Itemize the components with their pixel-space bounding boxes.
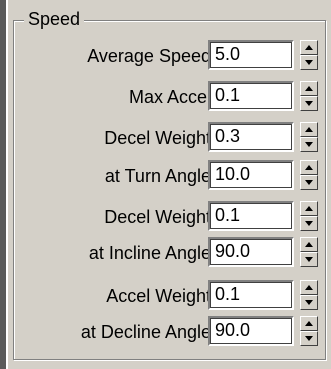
incline-decel-weight-row: Decel Weight: 0.1	[14, 201, 320, 233]
panel-left-highlight	[6, 0, 8, 369]
incline-decel-weight-spinner[interactable]	[300, 201, 318, 231]
turn-angle-decrement-button[interactable]	[300, 175, 318, 190]
triangle-down-icon	[305, 101, 313, 106]
incline-decel-weight-decrement-button[interactable]	[300, 216, 318, 231]
decline-accel-weight-decrement-button[interactable]	[300, 295, 318, 310]
decline-angle-spinner[interactable]	[300, 316, 318, 346]
triangle-down-icon	[305, 300, 313, 305]
triangle-up-icon	[305, 127, 313, 132]
triangle-up-icon	[305, 86, 313, 91]
incline-angle-label: at Incline Angle:	[88, 243, 216, 263]
decline-accel-weight-spinner[interactable]	[300, 280, 318, 310]
decline-accel-weight-input[interactable]: 0.1	[208, 280, 294, 310]
incline-decel-weight-input[interactable]: 0.1	[208, 201, 294, 231]
turn-angle-row: at Turn Angle: 10.0	[14, 160, 320, 192]
max-accel-increment-button[interactable]	[300, 81, 318, 96]
incline-decel-weight-label: Decel Weight:	[104, 207, 216, 227]
triangle-up-icon	[305, 321, 313, 326]
decline-angle-increment-button[interactable]	[300, 316, 318, 331]
incline-decel-weight-increment-button[interactable]	[300, 201, 318, 216]
average-speed-decrement-button[interactable]	[300, 55, 318, 70]
average-speed-spinner[interactable]	[300, 40, 318, 70]
decline-angle-label: at Decline Angle:	[80, 322, 216, 342]
average-speed-increment-button[interactable]	[300, 40, 318, 55]
triangle-down-icon	[305, 336, 313, 341]
triangle-down-icon	[305, 257, 313, 262]
decline-accel-weight-increment-button[interactable]	[300, 280, 318, 295]
max-accel-label: Max Accel:	[128, 87, 216, 107]
speed-rollout-panel: Speed Average Speed: 5.0 Max Accel: 0.1 …	[0, 0, 331, 369]
incline-angle-input[interactable]: 90.0	[208, 237, 294, 267]
decline-accel-weight-label: Accel Weight:	[106, 286, 216, 306]
triangle-down-icon	[305, 142, 313, 147]
incline-angle-increment-button[interactable]	[300, 237, 318, 252]
triangle-up-icon	[305, 45, 313, 50]
max-accel-row: Max Accel: 0.1	[14, 81, 320, 113]
triangle-up-icon	[305, 165, 313, 170]
triangle-up-icon	[305, 285, 313, 290]
triangle-down-icon	[305, 180, 313, 185]
triangle-down-icon	[305, 60, 313, 65]
incline-angle-decrement-button[interactable]	[300, 252, 318, 267]
decline-accel-weight-row: Accel Weight: 0.1	[14, 280, 320, 312]
triangle-up-icon	[305, 242, 313, 247]
turn-angle-spinner[interactable]	[300, 160, 318, 190]
incline-angle-row: at Incline Angle: 90.0	[14, 237, 320, 269]
decline-angle-decrement-button[interactable]	[300, 331, 318, 346]
average-speed-row: Average Speed: 5.0	[14, 40, 320, 72]
incline-angle-spinner[interactable]	[300, 237, 318, 267]
average-speed-label: Average Speed:	[87, 46, 216, 66]
turn-decel-weight-decrement-button[interactable]	[300, 137, 318, 152]
turn-angle-input[interactable]: 10.0	[208, 160, 294, 190]
triangle-up-icon	[305, 206, 313, 211]
max-accel-decrement-button[interactable]	[300, 96, 318, 111]
turn-decel-weight-row: Decel Weight: 0.3	[14, 122, 320, 154]
turn-decel-weight-increment-button[interactable]	[300, 122, 318, 137]
turn-decel-weight-input[interactable]: 0.3	[208, 122, 294, 152]
triangle-down-icon	[305, 221, 313, 226]
turn-decel-weight-label: Decel Weight:	[104, 128, 216, 148]
turn-decel-weight-spinner[interactable]	[300, 122, 318, 152]
speed-group-title: Speed	[24, 8, 85, 30]
average-speed-input[interactable]: 5.0	[208, 40, 294, 70]
max-accel-input[interactable]: 0.1	[208, 81, 294, 111]
decline-angle-input[interactable]: 90.0	[208, 316, 294, 346]
max-accel-spinner[interactable]	[300, 81, 318, 111]
decline-angle-row: at Decline Angle: 90.0	[14, 316, 320, 348]
turn-angle-label: at Turn Angle:	[104, 166, 216, 186]
turn-angle-increment-button[interactable]	[300, 160, 318, 175]
